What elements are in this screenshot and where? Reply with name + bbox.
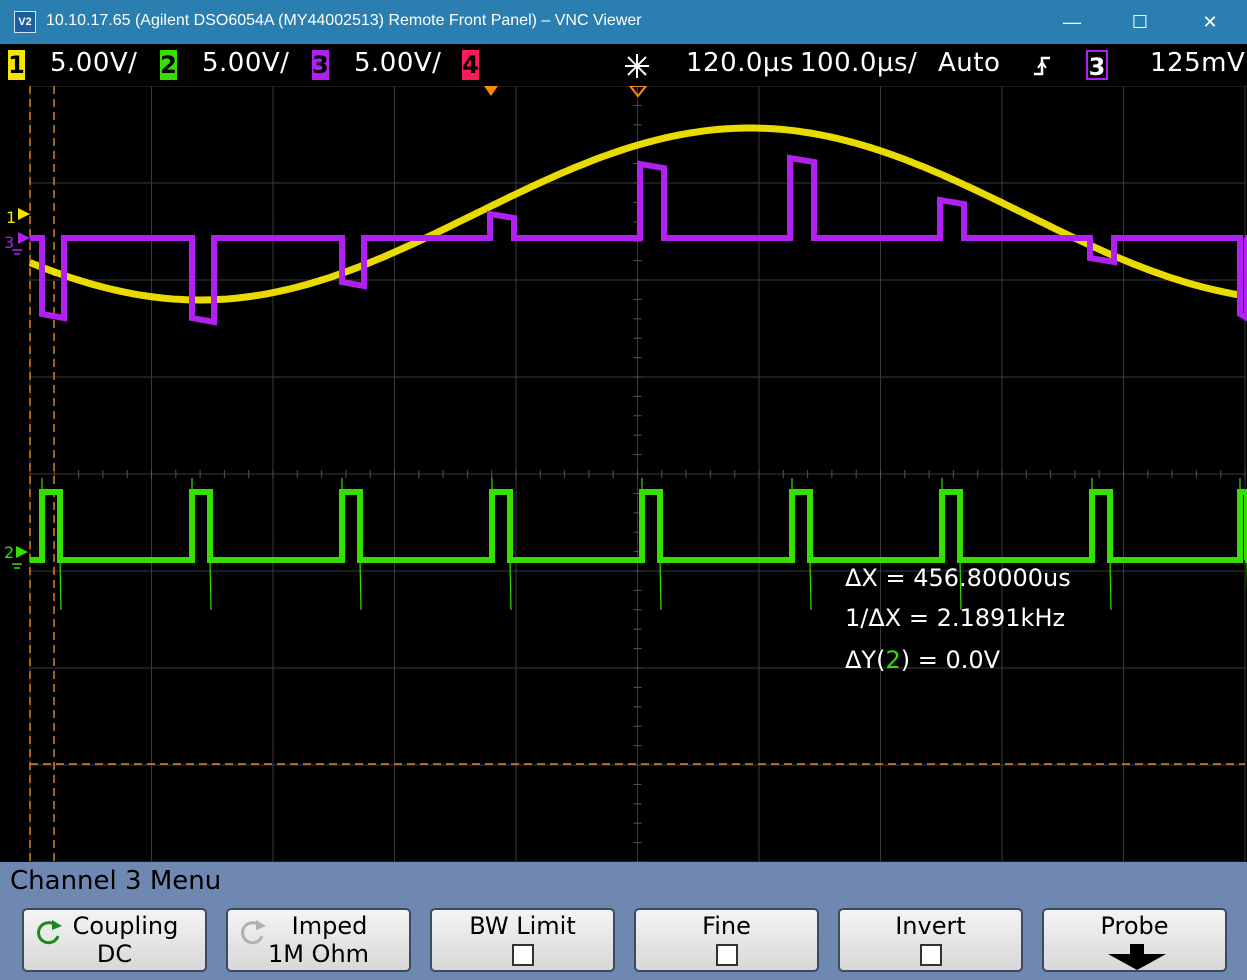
trigger-mode[interactable]: Auto [938,48,1000,78]
window-titlebar: V2 10.10.17.65 (Agilent DSO6054A (MY4400… [0,0,1247,44]
delta-y-readout: ΔY(2) = 0.0V [845,646,1001,674]
delta-x-readout: ΔX = 456.80000us [845,564,1071,592]
bw-limit-softkey[interactable]: BW Limit [430,908,615,972]
channel-4-indicator[interactable]: 4 [462,50,479,80]
probe-label: Probe [1100,912,1169,940]
channel-3-scale: 5.00V/ [354,48,442,78]
channel-2-scale: 5.00V/ [202,48,290,78]
minimize-button[interactable]: — [1042,0,1102,44]
fine-checkbox[interactable] [716,944,738,966]
coupling-label: Coupling [72,912,179,940]
bw-limit-checkbox[interactable] [512,944,534,966]
svg-text:3: 3 [4,233,14,252]
impedance-label: Imped [291,912,368,940]
coupling-softkey[interactable]: Coupling DC [22,908,207,972]
maximize-button[interactable]: ☐ [1110,0,1170,44]
channel-2-indicator[interactable]: 2 [160,50,177,80]
vnc-app-icon: V2 [14,11,36,33]
invert-softkey[interactable]: Invert [838,908,1023,972]
invert-checkbox[interactable] [920,944,942,966]
trigger-source-indicator[interactable]: 3 [1086,50,1108,81]
impedance-softkey[interactable]: Imped 1M Ohm [226,908,411,972]
channel-1-indicator[interactable]: 1 [8,50,25,80]
menu-title: Channel 3 Menu [10,866,222,896]
waveform-display[interactable]: 1 3 2 ΔX = 456.80000us 1/ΔX = 2.1891kHz … [0,86,1247,862]
rising-edge-icon [1034,56,1050,76]
time-base[interactable]: 100.0µs/ [800,48,917,78]
trigger-level[interactable]: 125mV [1150,48,1245,78]
channel-3-indicator[interactable]: 3 [312,50,329,80]
time-delay[interactable]: 120.0µs [686,48,794,78]
inverse-delta-x-readout: 1/ΔX = 2.1891kHz [845,604,1065,632]
scope-status-bar: 1 5.00V/ 2 5.00V/ 3 5.00V/ 4 120.0µs 100… [0,44,1247,86]
svg-text:1: 1 [6,208,16,227]
fine-softkey[interactable]: Fine [634,908,819,972]
window-title: 10.10.17.65 (Agilent DSO6054A (MY4400251… [46,12,642,29]
bw-limit-label: BW Limit [469,912,576,940]
probe-softkey[interactable]: Probe [1042,908,1227,972]
close-button[interactable]: ✕ [1180,0,1240,44]
down-arrow-icon [1108,944,1166,970]
coupling-value: DC [96,940,133,968]
channel-menu-bar: Channel 3 Menu Coupling DC Imped 1M Ohm … [0,862,1247,980]
fine-label: Fine [702,912,751,940]
channel-1-scale: 5.00V/ [50,48,138,78]
svg-text:2: 2 [4,543,14,562]
invert-label: Invert [895,912,966,940]
impedance-value: 1M Ohm [267,940,370,968]
acquire-snowflake-icon [625,54,649,78]
